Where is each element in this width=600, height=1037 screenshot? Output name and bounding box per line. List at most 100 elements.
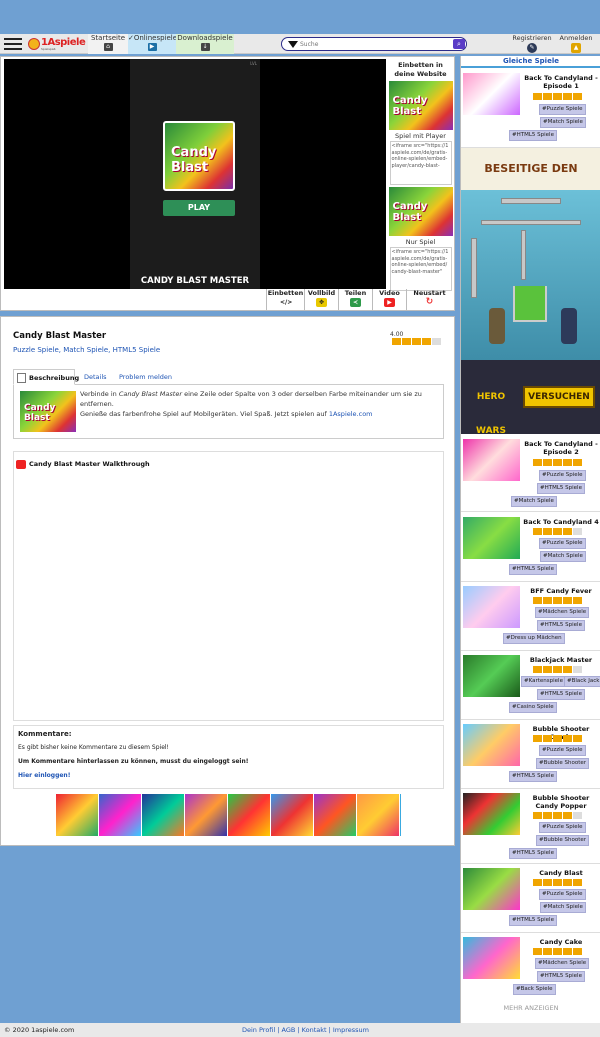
show-more-link[interactable]: MEHR ANZEIGEN [461, 1004, 600, 1012]
embed-game-thumbnail[interactable]: Candy Blast [388, 187, 453, 236]
game-thumbnail[interactable] [463, 793, 520, 835]
embed-player-code[interactable]: <iframe src="https://1aspiele.com/de/gra… [389, 141, 452, 185]
game-thumbnail[interactable] [463, 439, 520, 481]
game-tag[interactable]: #Back Spiele [513, 984, 556, 995]
logo-subtext: Spielspaß [41, 47, 56, 51]
game-tag[interactable]: #HTML5 Spiele [537, 971, 585, 982]
similar-game-item[interactable]: Back To Candyland - Episode 2 #Puzzle Sp… [461, 436, 600, 512]
game-name[interactable]: Candy Blast [523, 869, 599, 877]
game-tag[interactable]: #Puzzle Spiele [539, 470, 586, 481]
embed-game-label: Nur Spiel [405, 238, 436, 246]
game-name[interactable]: Blackjack Master [523, 656, 599, 664]
logo-mark-icon [28, 38, 40, 50]
related-game-thumbnail[interactable] [185, 794, 228, 836]
game-tag[interactable]: #HTML5 Spiele [509, 564, 557, 575]
game-thumbnail[interactable] [463, 73, 520, 115]
related-game-thumbnail[interactable] [142, 794, 185, 836]
fullscreen-button[interactable]: Vollbild ✥ [304, 289, 338, 311]
similar-game-item[interactable]: Candy Blast #Puzzle Spiele #Match Spiele… [461, 865, 600, 933]
game-name[interactable]: Candy Cake [523, 938, 599, 946]
embed-game-code[interactable]: <iframe src="https://1aspiele.com/de/gra… [389, 247, 452, 291]
related-game-thumbnail[interactable] [99, 794, 142, 836]
rating-stars[interactable] [392, 338, 442, 347]
similar-game-item[interactable]: Back To Candyland 4 #Puzzle Spiele #Matc… [461, 514, 600, 582]
game-tag[interactable]: #Puzzle Spiele [539, 822, 586, 833]
game-name[interactable]: Bubble Shooter Candy Popper [523, 794, 599, 810]
game-tag[interactable]: #Match Spiele [540, 551, 586, 562]
embed-player-thumbnail[interactable]: Candy Blast [388, 81, 453, 130]
game-tag[interactable]: #HTML5 Spiele [509, 915, 557, 926]
game-name[interactable]: Back To Candyland - Episode 1 [523, 74, 599, 90]
game-tag[interactable]: #Kartenspiele [521, 676, 566, 687]
advertisement-banner[interactable]: BESEITIGE DEN GOBLIN! HERO WARS VERSUCHE… [461, 148, 600, 436]
game-name[interactable]: Back To Candyland 4 [523, 518, 599, 526]
hamburger-menu-icon[interactable] [4, 38, 22, 50]
similar-game-item[interactable]: Bubble Shooter Candy #Puzzle Spiele #Bub… [461, 721, 600, 789]
game-tag[interactable]: #Dress up Mädchen [503, 633, 565, 644]
footer-links[interactable]: Dein Profil | AGB | Kontakt | Impressum [242, 1023, 369, 1037]
nav-tab-startseite[interactable]: Startseite ⌂ [88, 34, 128, 54]
game-tag[interactable]: #Bubble Shooter [536, 835, 590, 846]
game-tag[interactable]: #HTML5 Spiele [509, 848, 557, 859]
search-icon[interactable]: ⌕ [453, 39, 465, 49]
related-game-thumbnail[interactable] [56, 794, 99, 836]
game-tag[interactable]: #HTML5 Spiele [537, 483, 585, 494]
code-icon: </> [280, 299, 293, 306]
game-thumbnail[interactable] [463, 868, 520, 910]
site-logo[interactable]: 1Aspiele Spielspaß [28, 37, 86, 52]
game-thumbnail[interactable] [463, 586, 520, 628]
similar-game-item[interactable]: Candy Cake #Mädchen Spiele #HTML5 Spiele… [461, 934, 600, 998]
filter-dropdown-icon[interactable] [288, 41, 298, 48]
game-tag[interactable]: #Puzzle Spiele [539, 745, 586, 756]
play-button[interactable]: PLAY [163, 200, 235, 216]
related-game-thumbnail[interactable] [271, 794, 314, 836]
game-tag[interactable]: #Puzzle Spiele [539, 889, 586, 900]
game-tag[interactable]: #Puzzle Spiele [539, 538, 586, 549]
site-link[interactable]: 1Aspiele.com [329, 410, 373, 418]
search-input[interactable] [300, 40, 440, 49]
tab-problem-melden[interactable]: Problem melden [114, 369, 177, 385]
register-button[interactable]: Registrieren ✎ [510, 34, 554, 54]
login-note: Um Kommentare hinterlassen zu können, mu… [18, 758, 249, 765]
tab-beschreibung[interactable]: Beschreibung [13, 369, 79, 385]
restart-button[interactable]: Neustart ↻ [406, 289, 452, 311]
game-thumbnail[interactable] [463, 517, 520, 559]
related-game-thumbnail[interactable] [314, 794, 357, 836]
game-tag[interactable]: #HTML5 Spiele [537, 689, 585, 700]
related-game-thumbnail[interactable] [357, 794, 400, 836]
similar-game-item[interactable]: Blackjack Master #Kartenspiele #Black Ja… [461, 652, 600, 720]
game-tag[interactable]: #Match Spiele [511, 496, 557, 507]
game-tag[interactable]: #Bubble Shooter [536, 758, 590, 769]
game-tag[interactable]: #HTML5 Spiele [509, 771, 557, 782]
game-tag[interactable]: #Match Spiele [540, 117, 586, 128]
game-player[interactable]: LVL Candy Blast PLAY CANDY BLAST MASTER [4, 59, 386, 289]
category-links[interactable]: Puzzle Spiele, Match Spiele, HTML5 Spiel… [13, 346, 160, 354]
share-button[interactable]: Teilen ≺ [338, 289, 372, 311]
nav-tab-downloadspiele[interactable]: Downloadspiele ↓ [176, 34, 234, 54]
game-tag[interactable]: #Mädchen Spiele [535, 958, 590, 969]
game-thumbnail[interactable] [463, 724, 520, 766]
similar-game-item[interactable]: BFF Candy Fever #Mädchen Spiele #HTML5 S… [461, 583, 600, 651]
game-thumbnail[interactable] [463, 655, 520, 697]
game-tag[interactable]: #HTML5 Spiele [537, 620, 585, 631]
video-button[interactable]: Video ▶ [372, 289, 406, 311]
game-tag[interactable]: #HTML5 Spiele [509, 130, 557, 141]
game-canvas[interactable]: LVL Candy Blast PLAY CANDY BLAST MASTER [130, 59, 260, 289]
nav-tab-onlinespiele[interactable]: ✓Onlinespiele ▶ [128, 34, 177, 54]
login-button[interactable]: Anmelden ▲ [556, 34, 596, 54]
game-tag[interactable]: #Match Spiele [540, 902, 586, 913]
similar-game-item[interactable]: Bubble Shooter Candy Popper #Puzzle Spie… [461, 790, 600, 864]
game-tag[interactable]: #Black Jack [564, 676, 600, 687]
game-thumbnail[interactable] [463, 937, 520, 979]
game-name[interactable]: Back To Candyland - Episode 2 [523, 440, 599, 456]
similar-game-item[interactable]: Back To Candyland - Episode 1 #Puzzle Sp… [461, 70, 600, 148]
ad-cta-button[interactable]: VERSUCHEN [523, 386, 595, 408]
game-tag[interactable]: #Mädchen Spiele [535, 607, 590, 618]
related-game-thumbnail[interactable] [228, 794, 271, 836]
embed-button[interactable]: Einbetten </> [266, 289, 304, 311]
game-name[interactable]: BFF Candy Fever [523, 587, 599, 595]
game-tag[interactable]: #Puzzle Spiele [539, 104, 586, 115]
login-link[interactable]: Hier einloggen! [18, 772, 70, 779]
game-tag[interactable]: #Casino Spiele [509, 702, 557, 713]
tab-details[interactable]: Details [79, 369, 112, 385]
